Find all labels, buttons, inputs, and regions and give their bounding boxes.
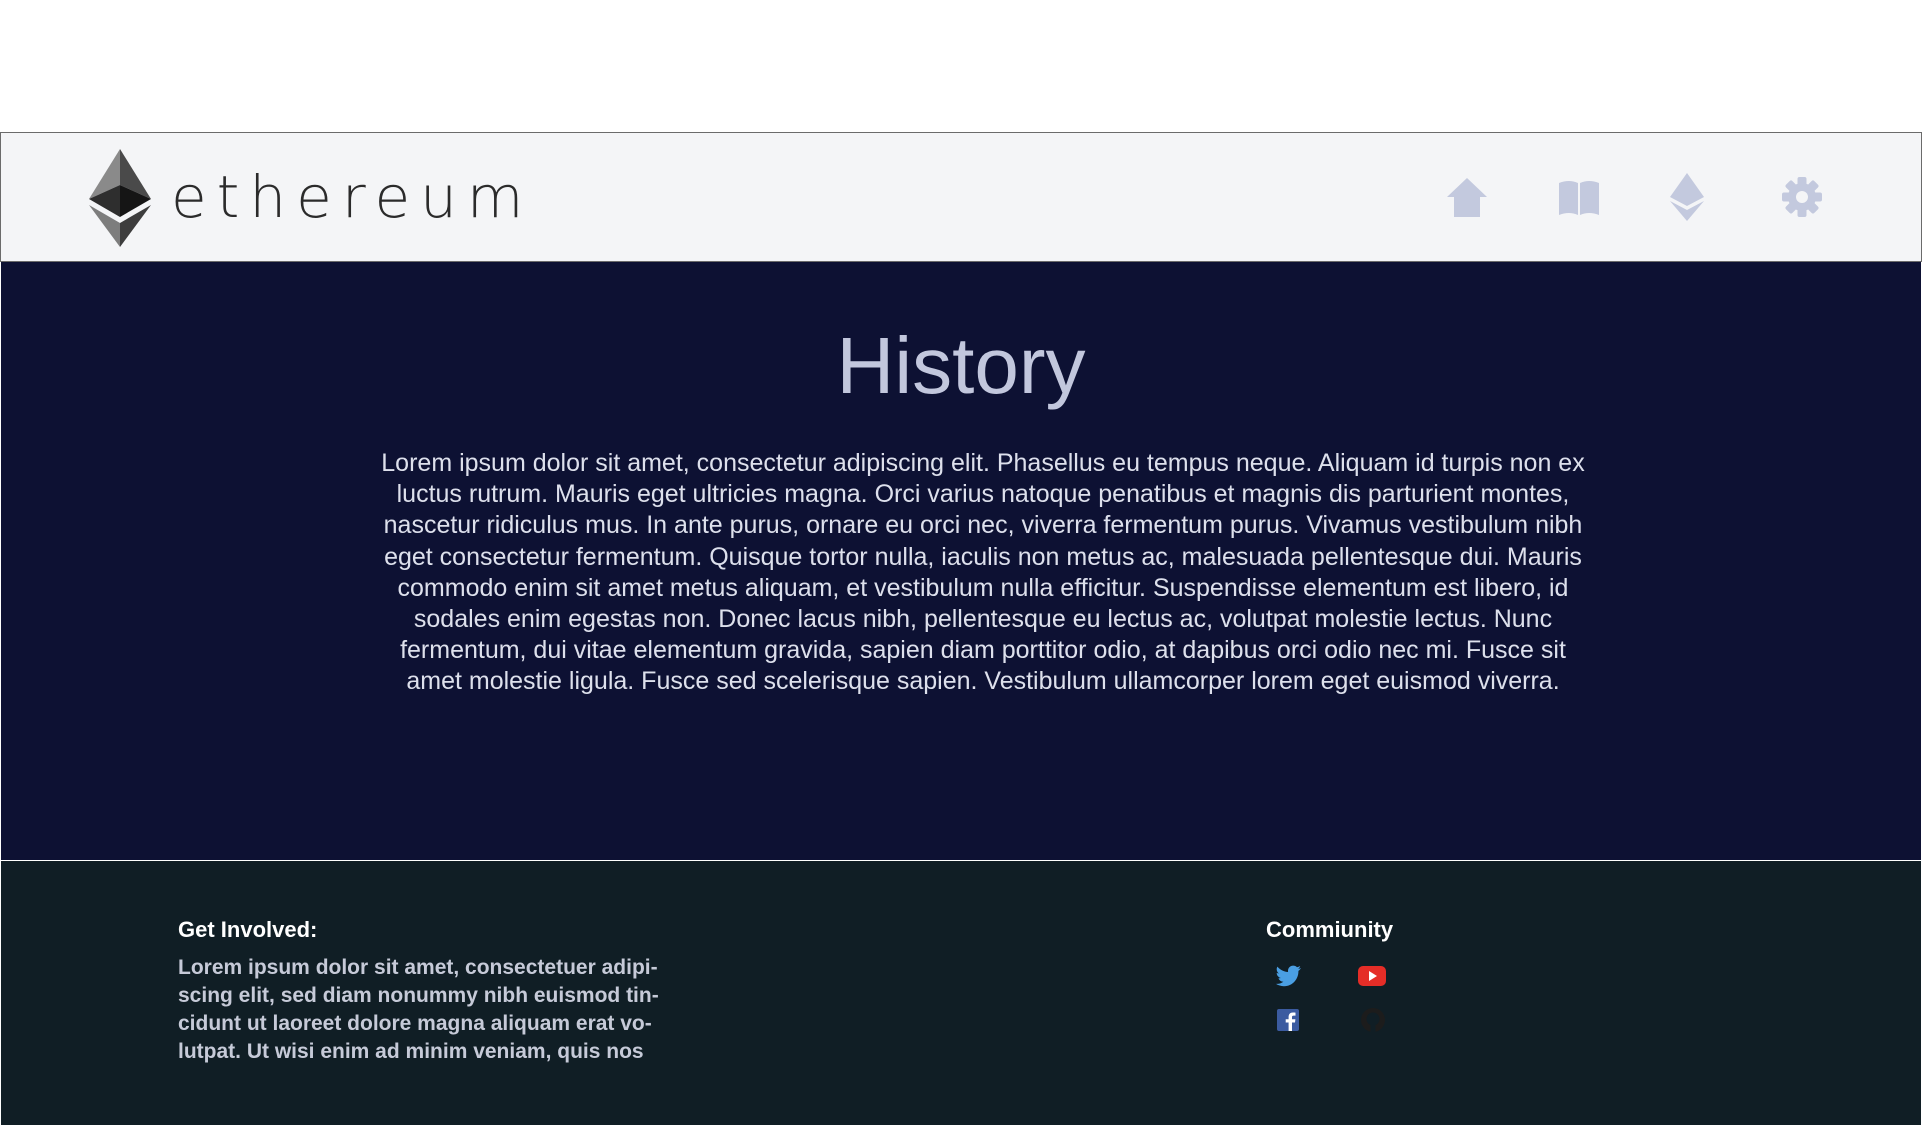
youtube-icon <box>1358 966 1386 986</box>
twitter-icon <box>1276 965 1301 987</box>
book-icon <box>1559 181 1599 215</box>
nav-ether-button[interactable] <box>1661 171 1713 223</box>
history-section: History Lorem ipsum dolor sit amet, cons… <box>1 262 1921 860</box>
youtube-link[interactable] <box>1357 961 1387 991</box>
nav-settings-button[interactable] <box>1776 171 1828 223</box>
page: ethereum History Lorem ipsum dolor sit a… <box>0 0 1922 1125</box>
twitter-link[interactable] <box>1274 961 1304 991</box>
facebook-icon <box>1277 1009 1299 1031</box>
brand-logo[interactable]: ethereum <box>89 149 533 247</box>
ethereum-diamond-icon <box>89 149 151 247</box>
gear-icon <box>1782 177 1822 217</box>
ether-icon <box>1670 173 1704 221</box>
site-header: ethereum <box>0 132 1922 262</box>
page-title: History <box>836 321 1086 410</box>
get-involved-heading: Get Involved: <box>178 917 318 942</box>
github-icon <box>1361 1008 1385 1033</box>
github-link[interactable] <box>1358 1005 1388 1035</box>
home-icon <box>1447 178 1487 217</box>
site-footer: Get Involved: Lorem ipsum dolor sit amet… <box>1 861 1921 1125</box>
brand-name: ethereum <box>171 163 534 231</box>
community-heading: Commiunity <box>1266 917 1394 942</box>
history-text: Lorem ipsum dolor sit amet, consectetur … <box>381 449 1585 696</box>
nav-docs-button[interactable] <box>1553 171 1605 223</box>
facebook-link[interactable] <box>1273 1005 1303 1035</box>
get-involved-text: Lorem ipsum dolor sit amet, consectetuer… <box>178 956 659 1063</box>
nav-home-button[interactable] <box>1441 171 1493 223</box>
